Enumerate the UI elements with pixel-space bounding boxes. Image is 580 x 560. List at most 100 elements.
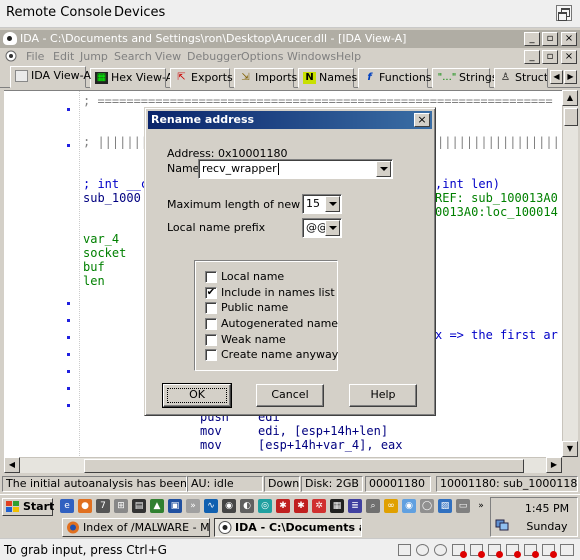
name-dropdown-button[interactable] [376, 161, 391, 177]
minimize-button[interactable]: _ [524, 32, 540, 46]
vertical-scrollbar[interactable]: ▲ ▼ [562, 90, 578, 457]
ida-system-menu-icon[interactable] [4, 50, 18, 63]
search-icon[interactable]: ⌕ [366, 499, 380, 513]
restore-window-icon[interactable] [556, 5, 572, 21]
checkbox-box[interactable] [205, 271, 217, 283]
tool-icon[interactable]: ▲ [150, 499, 164, 513]
menu-jump[interactable]: Jump [80, 50, 108, 63]
horizontal-scroll-thumb[interactable] [84, 459, 524, 473]
maximize-button[interactable]: ▫ [542, 32, 558, 46]
bug-icon[interactable]: ✱ [276, 499, 290, 513]
tab-structures[interactable]: ♙ Structu [494, 68, 548, 88]
ida-title-bar: IDA - C:\Documents and Settings\ron\Desk… [0, 30, 580, 48]
checkbox-weak-name[interactable]: Weak name [205, 333, 325, 347]
bug2-icon[interactable]: ✱ [294, 499, 308, 513]
menu-search[interactable]: Search [114, 50, 152, 63]
code-prototype: ; int __c [83, 177, 149, 191]
tab-scroll-left-button[interactable]: ◀ [550, 70, 563, 84]
ie-icon[interactable]: e [60, 499, 74, 513]
child-restore-button[interactable]: ▫ [542, 50, 558, 64]
child-minimize-button[interactable]: _ [524, 50, 540, 64]
menu-help[interactable]: Help [336, 50, 361, 63]
structures-icon: ♙ [501, 72, 510, 83]
checkbox-create-name-anyway[interactable]: Create name anyway [205, 348, 338, 362]
regmon-icon[interactable]: ◎ [258, 499, 272, 513]
firefox-icon[interactable]: ● [78, 499, 92, 513]
tab-imports[interactable]: ⇲ Imports [234, 68, 297, 88]
menu-file[interactable]: File [26, 50, 44, 63]
menu-options[interactable]: Options [241, 50, 283, 63]
max-length-select[interactable]: 15 [302, 194, 342, 214]
scroll-up-button[interactable]: ▲ [562, 90, 578, 106]
menu-devices[interactable]: Devices [114, 5, 165, 20]
code-sub-label: sub_1000 [83, 191, 141, 205]
child-close-button[interactable]: × [561, 50, 577, 64]
max-length-value: 15 [306, 197, 320, 210]
ok-button[interactable]: OK [162, 383, 232, 408]
code-var: socket [83, 246, 127, 260]
clock-day: Sunday [526, 520, 568, 533]
tab-scroll-right-button[interactable]: ▶ [564, 70, 577, 84]
tab-exports[interactable]: ⇱ Exports [170, 68, 233, 88]
close-button[interactable]: × [561, 32, 577, 46]
wireshark-icon[interactable]: ∞ [384, 499, 398, 513]
start-button[interactable]: Start [2, 498, 54, 516]
horizontal-scrollbar[interactable]: ◀ ▶ [4, 457, 562, 473]
7zip-icon[interactable]: 7 [96, 499, 110, 513]
console-icon[interactable]: ▭ [456, 499, 470, 513]
quicklaunch-more-icon[interactable]: » [474, 499, 488, 513]
status-au: AU: idle [187, 476, 263, 492]
menu-windows[interactable]: Windows [287, 50, 336, 63]
checkbox-autogenerated-name[interactable]: Autogenerated name [205, 317, 338, 331]
network-tray-icon[interactable] [495, 518, 509, 532]
name-label: Name [167, 162, 200, 175]
editor-icon[interactable]: ≣ [348, 499, 362, 513]
task-firefox[interactable]: Index of /MALWARE - M... [62, 518, 210, 537]
checkbox-box[interactable] [205, 318, 217, 330]
task-ida[interactable]: IDA - C:\Documents a... [214, 518, 362, 537]
vertical-scroll-thumb[interactable] [564, 108, 578, 126]
menu-edit[interactable]: Edit [53, 50, 74, 63]
ida-quicklaunch-icon[interactable]: ◉ [222, 499, 236, 513]
spider-icon[interactable]: ✲ [312, 499, 326, 513]
checkbox-include-in-names-list[interactable]: ✔ Include in names list [205, 286, 335, 300]
checkbox-local-name[interactable]: Local name [205, 270, 325, 284]
checkbox-box[interactable] [205, 349, 217, 361]
monitor-icon[interactable]: ▣ [168, 499, 182, 513]
tab-names[interactable]: N Names [298, 68, 357, 88]
tab-ida-view-a[interactable]: IDA View-A [10, 66, 91, 88]
code-separator: ; ======================================… [83, 94, 553, 108]
dialog-close-button[interactable]: × [414, 113, 430, 127]
menu-debugger[interactable]: Debugger [187, 50, 241, 63]
tab-strings[interactable]: "..." Strings [432, 68, 498, 88]
checkbox-label: Public name [221, 301, 289, 314]
tab-hex-view-a[interactable]: ▦ Hex View-A [90, 68, 173, 88]
clock-time[interactable]: 1:45 PM [519, 502, 575, 515]
checkbox-box[interactable] [205, 334, 217, 346]
shell-icon[interactable]: » [186, 499, 200, 513]
help-button[interactable]: Help [349, 384, 417, 407]
debugger-icon[interactable]: ◐ [240, 499, 254, 513]
scroll-right-button[interactable]: ▶ [546, 457, 562, 473]
cancel-button[interactable]: Cancel [256, 384, 324, 407]
checkbox-public-name[interactable]: Public name [205, 301, 325, 315]
max-length-dropdown-button[interactable] [325, 196, 340, 212]
name-combo-input[interactable]: recv_wrapper [198, 159, 393, 179]
scroll-down-button[interactable]: ▼ [562, 441, 578, 457]
prefix-select[interactable]: @@ [302, 218, 342, 238]
prefix-dropdown-button[interactable] [325, 220, 340, 236]
wave-icon[interactable]: ∿ [204, 499, 218, 513]
tab-functions[interactable]: f Functions [358, 68, 432, 88]
cd-icon[interactable]: ◯ [420, 499, 434, 513]
eye-icon[interactable]: ◉ [402, 499, 416, 513]
network-tool-icon[interactable]: ⊞ [114, 499, 128, 513]
code-comment: x => the first ar [435, 328, 558, 342]
scroll-left-button[interactable]: ◀ [4, 457, 20, 473]
menu-view[interactable]: View [155, 50, 181, 63]
exe-icon[interactable]: ▦ [330, 499, 344, 513]
procexp-icon[interactable]: ▨ [438, 499, 452, 513]
checkbox-box[interactable] [205, 302, 217, 314]
checkbox-box-checked[interactable]: ✔ [205, 287, 217, 299]
calc-icon[interactable]: ▤ [132, 499, 146, 513]
menu-remote-console[interactable]: Remote Console [6, 5, 112, 20]
